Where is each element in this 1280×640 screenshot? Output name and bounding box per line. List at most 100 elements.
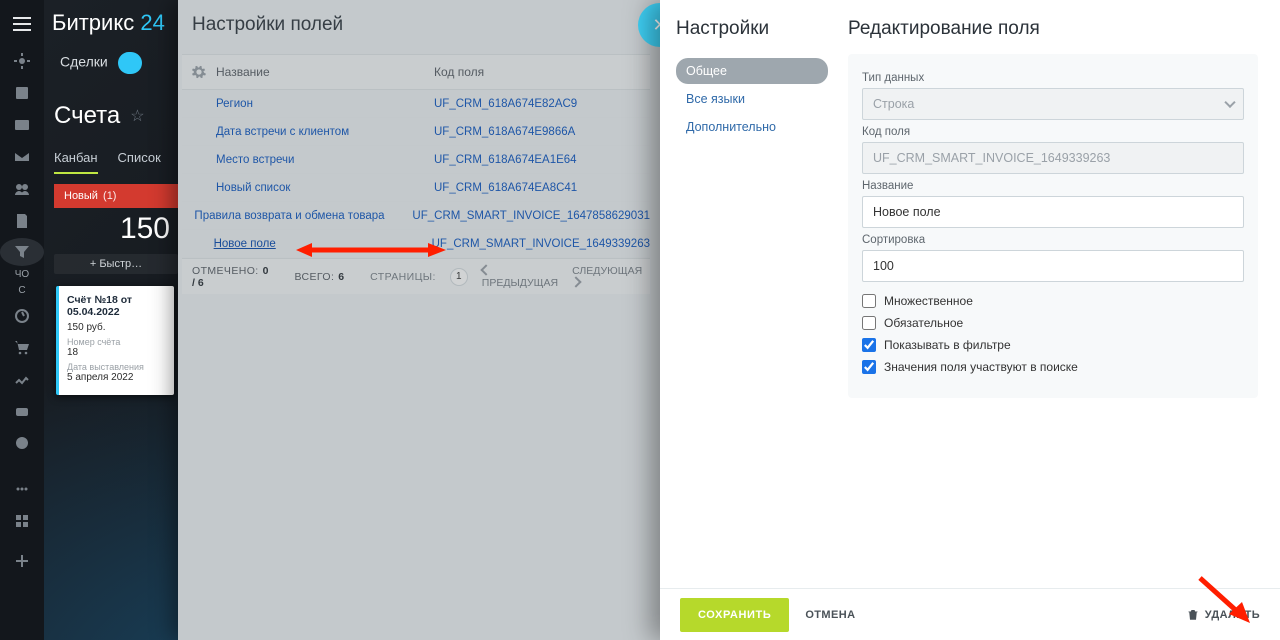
save-button[interactable]: СОХРАНИТЬ <box>680 598 789 632</box>
menu-icon[interactable] <box>0 4 44 44</box>
rail-item-4[interactable] <box>0 142 44 172</box>
row-code-link[interactable]: UF_CRM_618A674E82AC9 <box>434 98 577 110</box>
chk-multi-label: Множественное <box>884 294 973 308</box>
tab-deals[interactable]: Сделки <box>60 52 142 74</box>
edit-nav-title: Настройки <box>676 18 828 40</box>
page-number[interactable]: 1 <box>450 268 468 286</box>
stage-name: Новый <box>64 190 98 202</box>
row-name-link[interactable]: Новое поле <box>214 238 276 250</box>
rail-item-13[interactable] <box>0 506 44 536</box>
gear-icon[interactable] <box>182 65 216 79</box>
chk-required-row[interactable]: Обязательное <box>862 316 1244 330</box>
chk-search-label: Значения поля участвуют в поиске <box>884 360 1078 374</box>
chk-filter[interactable] <box>862 338 876 352</box>
label-sort: Сортировка <box>862 234 1244 246</box>
row-code-link[interactable]: UF_CRM_SMART_INVOICE_1647858629031 <box>412 210 650 222</box>
chk-required-label: Обязательное <box>884 316 963 330</box>
grid-footer: ОТМЕЧЕНО:0 / 6 ВСЕГО:6 СТРАНИЦЫ: 1 ПРЕДЫ… <box>182 258 650 294</box>
row-code-link[interactable]: UF_CRM_SMART_INVOICE_1649339263 <box>432 238 650 250</box>
rail-item-10[interactable] <box>0 396 44 426</box>
brand-a: Битрикс <box>52 10 134 35</box>
chk-search-row[interactable]: Значения поля участвуют в поиске <box>862 360 1244 374</box>
rail-item-6[interactable] <box>0 206 44 236</box>
quick-create[interactable]: + Быстр… <box>54 254 178 274</box>
brand-logo: Битрикс 24 <box>52 10 165 36</box>
fields-panel: Настройки полей ✕ Название Код поля Реги… <box>178 0 660 640</box>
field-type-select <box>862 88 1244 120</box>
subtab-kanban[interactable]: Канбан <box>54 150 98 174</box>
row-code-link[interactable]: UF_CRM_618A674EA1E64 <box>434 154 577 166</box>
subtab-list[interactable]: Список <box>118 150 161 174</box>
fields-grid: Название Код поля Регион UF_CRM_618A674E8… <box>182 54 650 294</box>
rail-item-1[interactable] <box>0 46 44 76</box>
stage-count: (1) <box>103 190 116 202</box>
left-rail: ЧО С <box>0 0 44 640</box>
filter-icon[interactable] <box>0 238 44 266</box>
field-sort-input[interactable] <box>862 250 1244 282</box>
cart-icon[interactable] <box>0 332 44 362</box>
chk-search[interactable] <box>862 360 876 374</box>
stage-amount: 150 <box>54 212 178 246</box>
page-title: Счета <box>54 102 120 130</box>
total-label: ВСЕГО: <box>294 271 334 283</box>
chk-multi-row[interactable]: Множественное <box>862 294 1244 308</box>
stage-new[interactable]: Новый (1) <box>54 184 178 208</box>
favorite-star-icon[interactable]: ☆ <box>130 106 144 126</box>
card-num: 18 <box>67 347 166 358</box>
edit-form-title: Редактирование поля <box>848 18 1258 40</box>
card-date-label: Дата выставления <box>67 362 166 372</box>
chk-filter-label: Показывать в фильтре <box>884 338 1011 352</box>
row-code-link[interactable]: UF_CRM_618A674EA8C41 <box>434 182 577 194</box>
card-price: 150 руб. <box>67 322 166 333</box>
next-page[interactable]: СЛЕДУЮЩАЯ <box>572 265 642 289</box>
pages-label: СТРАНИЦЫ: <box>370 271 436 283</box>
chk-multi[interactable] <box>862 294 876 308</box>
col-name[interactable]: Название <box>216 65 434 79</box>
trash-icon <box>1187 608 1199 621</box>
nav-extra[interactable]: Дополнительно <box>676 114 828 140</box>
tab-pill-icon <box>118 52 142 74</box>
edit-nav: Настройки Общее Все языки Дополнительно <box>660 0 838 588</box>
label-name: Название <box>862 180 1244 192</box>
cancel-button[interactable]: ОТМЕНА <box>805 609 855 621</box>
grid-header: Название Код поля <box>182 54 650 90</box>
label-code: Код поля <box>862 126 1244 138</box>
rail-item-3[interactable] <box>0 110 44 140</box>
delete-button[interactable]: УДАЛИТЬ <box>1187 608 1260 621</box>
col-code[interactable]: Код поля <box>434 65 650 79</box>
kanban-card[interactable]: Счёт №18 от 05.04.2022 150 руб. Номер сч… <box>56 286 174 395</box>
rail-item-11[interactable] <box>0 428 44 458</box>
row-name-link[interactable]: Место встречи <box>216 154 294 166</box>
rail-item-12[interactable] <box>0 474 44 504</box>
row-name-link[interactable]: Новый список <box>216 182 290 194</box>
chk-required[interactable] <box>862 316 876 330</box>
rail-item-5[interactable] <box>0 174 44 204</box>
rail-item-2[interactable] <box>0 78 44 108</box>
edit-field-panel: Настройки Общее Все языки Дополнительно … <box>660 0 1280 640</box>
card-title: Счёт №18 от 05.04.2022 <box>67 294 166 318</box>
prev-page[interactable]: ПРЕДЫДУЩАЯ <box>482 265 558 289</box>
edit-footer: СОХРАНИТЬ ОТМЕНА УДАЛИТЬ <box>660 588 1280 640</box>
card-date: 5 апреля 2022 <box>67 372 166 383</box>
table-row[interactable]: Место встречи UF_CRM_618A674EA1E64 <box>182 146 650 174</box>
selected-label: ОТМЕЧЕНО: <box>192 265 259 277</box>
rail-text-cho[interactable]: ЧО <box>0 268 44 282</box>
table-row[interactable]: Новый список UF_CRM_618A674EA8C41 <box>182 174 650 202</box>
nav-common[interactable]: Общее <box>676 58 828 84</box>
row-name-link[interactable]: Правила возврата и обмена товара <box>194 210 384 222</box>
row-name-link[interactable]: Дата встречи с клиентом <box>216 126 349 138</box>
gauge-icon[interactable] <box>0 300 44 330</box>
nav-langs[interactable]: Все языки <box>676 86 828 112</box>
row-code-link[interactable]: UF_CRM_618A674E9866A <box>434 126 575 138</box>
table-row[interactable]: Регион UF_CRM_618A674E82AC9 <box>182 90 650 118</box>
table-row[interactable]: Правила возврата и обмена товара UF_CRM_S… <box>182 202 650 230</box>
table-row[interactable]: Дата встречи с клиентом UF_CRM_618A674E98… <box>182 118 650 146</box>
row-name-link[interactable]: Регион <box>216 98 253 110</box>
chk-filter-row[interactable]: Показывать в фильтре <box>862 338 1244 352</box>
table-row[interactable]: Новое поле UF_CRM_SMART_INVOICE_164933926… <box>182 230 650 258</box>
rail-item-9[interactable] <box>0 364 44 394</box>
rail-add-icon[interactable] <box>0 546 44 576</box>
field-name-input[interactable] <box>862 196 1244 228</box>
rail-text-s[interactable]: С <box>0 284 44 298</box>
delete-button-label: УДАЛИТЬ <box>1205 609 1260 621</box>
